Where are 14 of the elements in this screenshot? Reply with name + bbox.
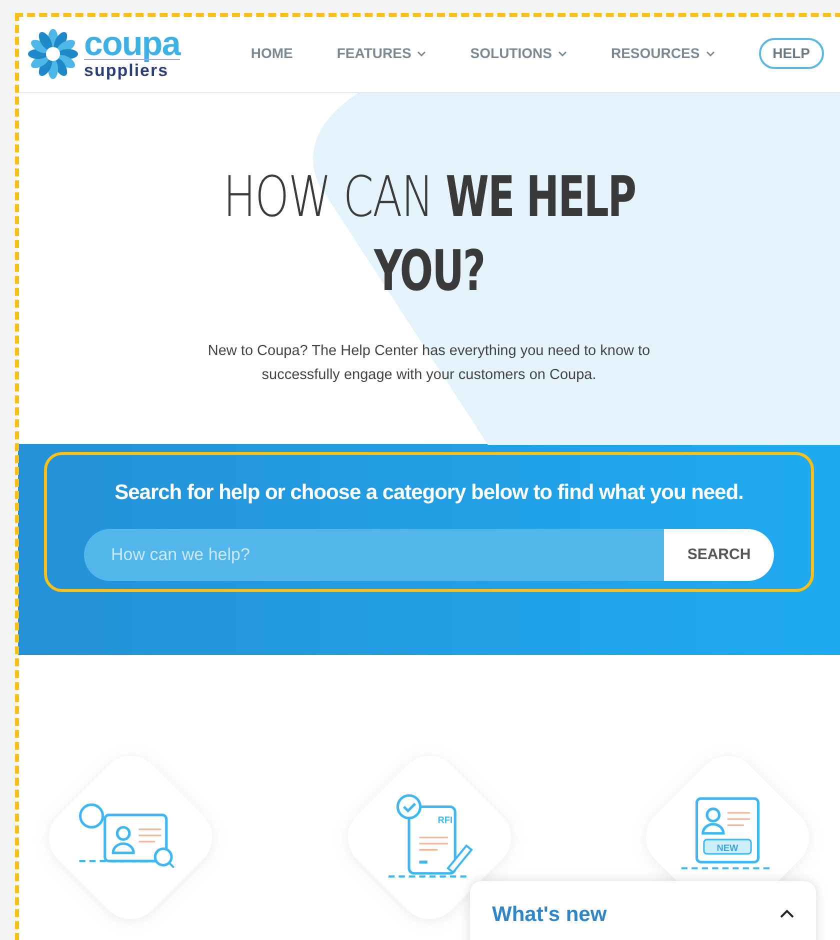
search-button[interactable]: SEARCH bbox=[664, 528, 774, 581]
whats-new-title: What's new bbox=[492, 902, 607, 928]
chevron-up-icon[interactable] bbox=[780, 909, 794, 918]
help-button[interactable]: HELP bbox=[758, 38, 824, 70]
search-heading: Search for help or choose a category below to find what you need. bbox=[114, 480, 744, 506]
whats-new-dialog[interactable]: What's new bbox=[470, 881, 816, 940]
intro-text: New to Coupa? The Help Center has everything you need to know to successfully engage with your customers on Coupa. bbox=[206, 342, 652, 385]
flower-logo-icon bbox=[26, 28, 80, 79]
nav-link[interactable]: FEATURES bbox=[336, 43, 426, 64]
search-field[interactable]: How can we help? SEARCH bbox=[84, 528, 774, 581]
nav-link[interactable]: SOLUTIONS bbox=[470, 43, 567, 64]
nav-link[interactable]: HOME bbox=[250, 43, 293, 64]
hero-title: HOW CAN WE HELP YOU? bbox=[222, 164, 636, 306]
nav-link[interactable]: RESOURCES bbox=[610, 43, 715, 64]
